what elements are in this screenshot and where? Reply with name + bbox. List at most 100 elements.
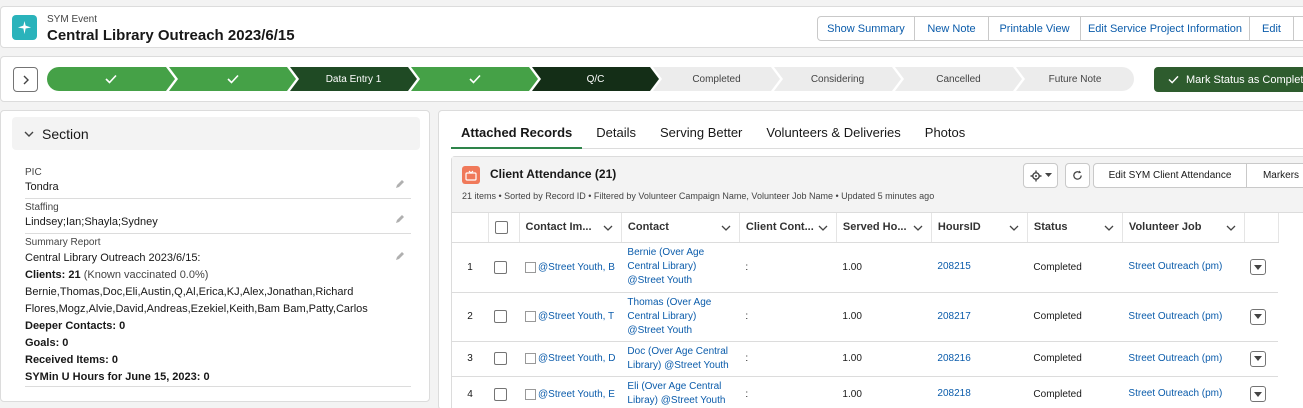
row-checkbox[interactable] — [494, 387, 507, 401]
contact-image[interactable]: @Street Youth, T — [525, 311, 615, 322]
related-list-title[interactable]: Client Attendance (21) — [490, 167, 616, 181]
path-stage-4[interactable] — [411, 67, 538, 91]
summary-line-title: Central Library Outreach 2023/6/15: — [25, 252, 201, 264]
path-stage-qc[interactable]: Q/C — [532, 67, 659, 91]
markers-button[interactable]: Markers — [1246, 163, 1303, 188]
volunteer-job-link[interactable]: Street Outreach (pm) — [1128, 261, 1222, 272]
tab-attached-records[interactable]: Attached Records — [451, 123, 583, 149]
printable-view-button[interactable]: Printable View — [988, 16, 1081, 41]
path-stage-data-entry[interactable]: Data Entry 1 — [290, 67, 417, 91]
column-header-volunteer-job[interactable]: Volunteer Job — [1122, 213, 1245, 243]
section-title: Section — [42, 125, 89, 142]
contact-link[interactable]: Bernie (Over Age Central Library) @Stree… — [627, 246, 733, 288]
row-number-header — [452, 213, 489, 243]
edit-button[interactable]: Edit — [1249, 16, 1294, 41]
contact-image[interactable]: @Street Youth, E — [525, 388, 615, 400]
path-stage-2[interactable] — [169, 67, 296, 91]
row-actions-button[interactable] — [1250, 308, 1267, 325]
row-actions-cell — [1244, 341, 1279, 377]
contact-link[interactable]: Doc (Over Age Central Library) @Street Y… — [627, 345, 733, 373]
row-actions-cell — [1244, 242, 1279, 293]
mark-status-complete-button[interactable]: Mark Status as Complete — [1154, 67, 1303, 92]
chevron-down-icon[interactable] — [1104, 224, 1114, 232]
volunteer-job-link[interactable]: Street Outreach (pm) — [1128, 353, 1222, 364]
row-actions-button[interactable] — [1250, 386, 1267, 402]
column-header-served-hours[interactable]: Served Ho... — [836, 213, 932, 243]
show-summary-button[interactable]: Show Summary — [817, 16, 915, 41]
table-row: 1 @Street Youth, B Bernie (Over Age Cent… — [452, 242, 1279, 293]
caret-down-icon — [1254, 356, 1263, 361]
tab-volunteers-deliveries[interactable]: Volunteers & Deliveries — [756, 123, 910, 149]
edit-client-attendance-button[interactable]: Edit SYM Client Attendance — [1093, 163, 1247, 188]
summary-report-field: Summary Report Central Library Outreach … — [25, 237, 411, 387]
contact-image-cell: @Street Youth, B — [519, 242, 622, 293]
contact-image[interactable]: @Street Youth, B — [525, 261, 615, 273]
select-all-checkbox[interactable] — [494, 220, 508, 234]
served-hours-cell: 1.00 — [836, 242, 932, 293]
pencil-icon[interactable] — [395, 251, 405, 261]
related-list-meta: 21 items • Sorted by Record ID • Filtere… — [462, 191, 935, 201]
column-label: Contact Im... — [525, 221, 592, 234]
tab-photos[interactable]: Photos — [915, 123, 975, 149]
list-settings-button[interactable] — [1023, 163, 1058, 188]
row-actions-button[interactable] — [1250, 350, 1267, 367]
pic-field: PIC Tondra — [25, 167, 411, 199]
refresh-icon — [1073, 170, 1082, 180]
hours-id-link[interactable]: 208217 — [937, 311, 970, 322]
hours-id-link[interactable]: 208216 — [937, 353, 970, 364]
chevron-down-icon[interactable] — [913, 224, 923, 232]
column-label: Served Ho... — [842, 221, 907, 234]
new-note-button[interactable]: New Note — [914, 16, 989, 41]
volunteer-job-link[interactable]: Street Outreach (pm) — [1128, 311, 1222, 322]
broken-image-icon — [525, 353, 536, 364]
record-header: SYM Event Central Library Outreach 2023/… — [0, 6, 1303, 48]
pencil-icon[interactable] — [395, 214, 405, 224]
row-checkbox[interactable] — [494, 310, 507, 323]
chevron-down-icon[interactable] — [603, 224, 613, 232]
more-actions-button[interactable] — [1293, 16, 1303, 41]
client-contact-cell: : — [739, 341, 837, 377]
refresh-button[interactable] — [1065, 163, 1090, 188]
status-cell: Completed — [1027, 341, 1123, 377]
row-checkbox[interactable] — [494, 260, 507, 274]
chevron-down-icon[interactable] — [1009, 224, 1019, 232]
contact-image-cell: @Street Youth, D — [519, 341, 622, 377]
contact-link[interactable]: Eli (Over Age Central Libray) @Street Yo… — [627, 380, 733, 408]
row-checkbox[interactable] — [494, 352, 507, 365]
path-stage-completed[interactable]: Completed — [653, 67, 780, 91]
column-header-hours-id[interactable]: HoursID — [931, 213, 1028, 243]
path-toggle-button[interactable] — [13, 67, 38, 92]
path-stage-considering[interactable]: Considering — [774, 67, 901, 91]
tab-details[interactable]: Details — [586, 123, 646, 149]
column-header-contact[interactable]: Contact — [621, 213, 740, 243]
path-stage-cancelled[interactable]: Cancelled — [895, 67, 1022, 91]
hours-id-link[interactable]: 208218 — [937, 388, 970, 399]
column-header-status[interactable]: Status — [1027, 213, 1123, 243]
caret-down-icon — [1254, 314, 1263, 319]
volunteer-job-link[interactable]: Street Outreach (pm) — [1128, 388, 1222, 399]
volunteer-job-cell: Street Outreach (pm) — [1122, 292, 1245, 342]
served-hours-cell: 1.00 — [836, 341, 932, 377]
contact-link[interactable]: Thomas (Over Age Central Library) @Stree… — [627, 296, 733, 338]
summary-names: Bernie,Thomas,Doc,Eli,Austin,Q,Al,Erica,… — [25, 286, 368, 315]
pencil-icon[interactable] — [395, 179, 405, 189]
section-header[interactable]: Section — [12, 117, 420, 150]
column-header-client-contact[interactable]: Client Cont... — [739, 213, 837, 243]
chevron-down-icon[interactable] — [721, 224, 731, 232]
hours-id-link[interactable]: 208215 — [937, 261, 970, 272]
summary-report: Central Library Outreach 2023/6/15: Clie… — [25, 250, 395, 386]
tab-serving-better[interactable]: Serving Better — [650, 123, 752, 149]
contact-image[interactable]: @Street Youth, D — [525, 353, 615, 364]
row-number: 3 — [452, 341, 488, 377]
chevron-down-icon[interactable] — [1226, 224, 1236, 232]
path-stage-future-note[interactable]: Future Note — [1016, 67, 1134, 91]
row-actions-button[interactable] — [1250, 259, 1267, 275]
hours-id-cell: 208217 — [931, 292, 1028, 342]
row-number: 1 — [452, 242, 488, 293]
path-stage-1[interactable] — [47, 67, 175, 91]
contact-cell: Bernie (Over Age Central Library) @Stree… — [621, 242, 740, 293]
edit-service-project-button[interactable]: Edit Service Project Information — [1080, 16, 1250, 41]
column-header-contact-image[interactable]: Contact Im... — [519, 213, 622, 243]
clients-note: (Known vaccinated 0.0%) — [80, 269, 209, 281]
chevron-down-icon[interactable] — [818, 224, 828, 232]
